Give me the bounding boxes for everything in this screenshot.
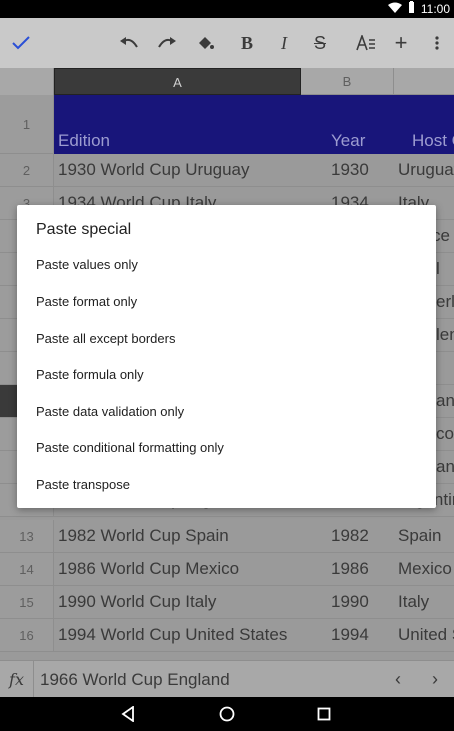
back-icon[interactable] bbox=[108, 697, 148, 731]
cell-host: Italy bbox=[398, 592, 430, 611]
table-row[interactable]: 1986 World Cup Mexico 1986 Mexico bbox=[54, 553, 454, 586]
redo-icon[interactable] bbox=[155, 31, 179, 55]
row-number[interactable]: 1 bbox=[0, 95, 54, 154]
option-paste-transpose[interactable]: Paste transpose bbox=[17, 466, 436, 503]
header-cell-year: Year bbox=[331, 131, 366, 150]
cell-edition: 1930 World Cup Uruguay bbox=[58, 160, 250, 179]
cell-edition: 1986 World Cup Mexico bbox=[58, 559, 240, 578]
table-row[interactable]: 1982 World Cup Spain 1982 Spain bbox=[54, 520, 454, 553]
option-paste-data-validation-only[interactable]: Paste data validation only bbox=[17, 393, 436, 430]
row-number[interactable]: 15 bbox=[0, 586, 54, 619]
cell-year: 1990 bbox=[331, 592, 369, 611]
wifi-icon bbox=[387, 2, 402, 16]
cell-year: 1982 bbox=[331, 526, 369, 545]
undo-icon[interactable] bbox=[117, 31, 141, 55]
column-header-a[interactable]: A bbox=[54, 68, 301, 95]
cell-host: l bbox=[436, 259, 440, 278]
cell-host: co bbox=[436, 424, 454, 443]
formula-bar: fx 1966 World Cup England ‹ › bbox=[0, 660, 454, 698]
header-cell-host: Host C bbox=[412, 131, 454, 150]
cell-host: erl bbox=[436, 292, 454, 311]
recents-icon[interactable] bbox=[304, 697, 344, 731]
table-row[interactable]: 1990 World Cup Italy 1990 Italy bbox=[54, 586, 454, 619]
column-header-row: A B bbox=[0, 68, 454, 95]
status-time: 11:00 bbox=[420, 1, 450, 16]
option-paste-format-only[interactable]: Paste format only bbox=[17, 283, 436, 320]
bold-icon[interactable]: B bbox=[235, 31, 259, 55]
cell-year: 1994 bbox=[331, 625, 369, 644]
option-paste-conditional-formatting-only[interactable]: Paste conditional formatting only bbox=[17, 429, 436, 466]
cell-host: Uruguay bbox=[398, 160, 454, 179]
paste-special-dialog: Paste special Paste values only Paste fo… bbox=[17, 205, 436, 508]
select-all-corner[interactable] bbox=[0, 68, 54, 95]
previous-arrow-icon[interactable]: ‹ bbox=[395, 661, 401, 698]
cell-host: Spain bbox=[398, 526, 442, 545]
strikethrough-icon[interactable]: S bbox=[308, 31, 332, 55]
option-paste-formula-only[interactable]: Paste formula only bbox=[17, 356, 436, 393]
next-arrow-icon[interactable]: › bbox=[432, 661, 438, 698]
cell-host: Mexico bbox=[398, 559, 452, 578]
table-row[interactable]: 1994 World Cup United States 1994 United… bbox=[54, 619, 454, 652]
header-cell-edition: Edition bbox=[58, 131, 110, 150]
cell-host: and bbox=[436, 391, 454, 410]
home-icon[interactable] bbox=[207, 697, 247, 731]
row-number[interactable]: 13 bbox=[0, 520, 54, 553]
status-bar: 11:00 bbox=[0, 0, 454, 18]
row-number[interactable]: 2 bbox=[0, 154, 54, 187]
row-number[interactable]: 14 bbox=[0, 553, 54, 586]
option-paste-all-except-borders[interactable]: Paste all except borders bbox=[17, 320, 436, 357]
table-row[interactable]: 1930 World Cup Uruguay 1930 Uruguay bbox=[54, 154, 454, 187]
row-number[interactable]: 16 bbox=[0, 619, 54, 652]
cell-host: an bbox=[436, 457, 454, 476]
cell-host: United S bbox=[398, 625, 454, 644]
cell-edition: 1982 World Cup Spain bbox=[58, 526, 229, 545]
check-icon[interactable] bbox=[9, 31, 33, 55]
add-icon[interactable]: + bbox=[389, 30, 413, 55]
toolbar: B I S + bbox=[0, 18, 454, 68]
cell-year: 1986 bbox=[331, 559, 369, 578]
system-navigation-bar bbox=[0, 697, 454, 731]
cell-edition: 1994 World Cup United States bbox=[58, 625, 288, 644]
more-vert-icon[interactable] bbox=[425, 31, 449, 55]
header-row[interactable]: Edition Year Host C bbox=[54, 95, 454, 154]
option-paste-values-only[interactable]: Paste values only bbox=[17, 246, 436, 283]
cell-host: len bbox=[436, 325, 454, 344]
column-header-b[interactable]: B bbox=[301, 68, 394, 95]
battery-icon bbox=[408, 1, 415, 16]
cell-edition: 1990 World Cup Italy bbox=[58, 592, 217, 611]
dialog-title: Paste special bbox=[36, 221, 132, 238]
column-header-c[interactable] bbox=[394, 68, 454, 95]
cell-year: 1930 bbox=[331, 160, 369, 179]
formula-input[interactable]: 1966 World Cup England bbox=[40, 661, 230, 698]
fx-icon: fx bbox=[0, 661, 34, 698]
italic-icon[interactable]: I bbox=[272, 31, 296, 55]
fill-color-icon[interactable] bbox=[193, 31, 217, 55]
text-format-icon[interactable] bbox=[354, 31, 378, 55]
